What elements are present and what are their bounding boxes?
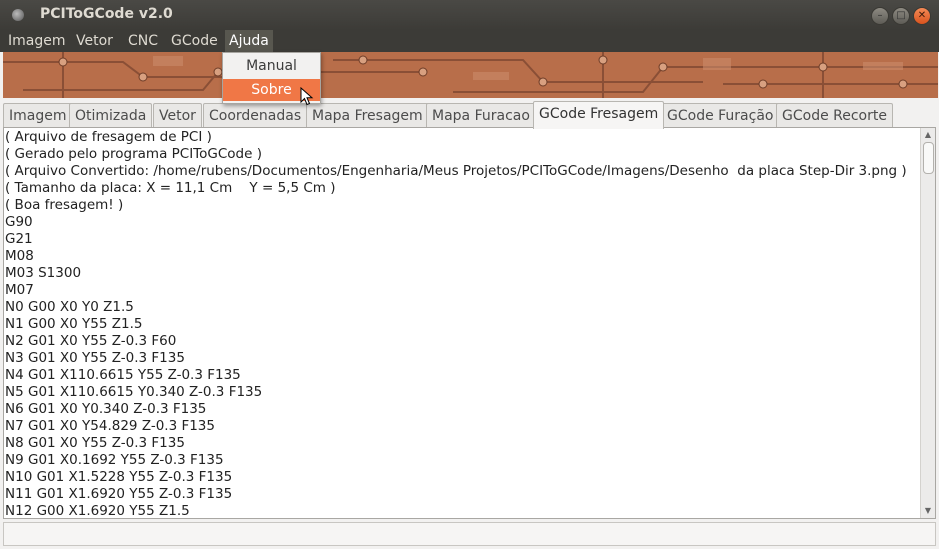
gcode-line: N10 G01 X1.5228 Y55 Z-0.3 F135	[5, 469, 233, 485]
gcode-line: N8 G01 X0 Y55 Z-0.3 F135	[5, 435, 185, 451]
gcode-line: G21	[5, 231, 33, 247]
gcode-line: N6 G01 X0 Y0.340 Z-0.3 F135	[5, 401, 207, 417]
gcode-line: ( Arquivo Convertido: /home/rubens/Docum…	[5, 163, 907, 179]
gcode-line: N1 G00 X0 Y55 Z1.5	[5, 316, 143, 332]
scrollbar-thumb[interactable]	[923, 142, 934, 174]
menu-item-manual[interactable]: Manual	[223, 55, 320, 77]
pcb-traces-graphic	[3, 52, 938, 98]
gcode-line: N5 G01 X110.6615 Y0.340 Z-0.3 F135	[5, 384, 263, 400]
gcode-line: N7 G01 X0 Y54.829 Z-0.3 F135	[5, 418, 215, 434]
tab-gcode-recorte[interactable]: GCode Recorte	[776, 103, 893, 128]
menu-bar: Imagem Vetor CNC GCode Ajuda	[0, 30, 939, 52]
gcode-line: ( Tamanho da placa: X = 11,1 Cm Y = 5,5 …	[5, 180, 336, 196]
gcode-line: N9 G01 X0.1692 Y55 Z-0.3 F135	[5, 452, 224, 468]
tab-coordenadas[interactable]: Coordenadas	[203, 103, 308, 128]
gcode-line: G90	[5, 214, 33, 230]
gcode-line: M07	[5, 282, 34, 298]
menu-gcode[interactable]: GCode	[167, 30, 222, 52]
status-bar	[3, 522, 936, 546]
menu-ajuda[interactable]: Ajuda	[225, 30, 273, 52]
app-icon	[12, 9, 24, 21]
gcode-line: M03 S1300	[5, 265, 82, 281]
tab-mapa-fresagem[interactable]: Mapa Fresagem	[306, 103, 429, 128]
tab-otimizada[interactable]: Otimizada	[69, 103, 153, 128]
gcode-line: N12 G00 X1.6920 Y55 Z1.5	[5, 503, 190, 519]
close-icon[interactable]: ✕	[913, 7, 931, 25]
gcode-line: N3 G01 X0 Y55 Z-0.3 F135	[5, 350, 185, 366]
gcode-line: N2 G01 X0 Y55 Z-0.3 F60	[5, 333, 177, 349]
gcode-content: ( Arquivo de fresagem de PCI ) ( Gerado …	[5, 129, 920, 519]
menu-vetor[interactable]: Vetor	[72, 30, 117, 52]
window-controls: – □ ✕	[871, 7, 931, 25]
minimize-icon[interactable]: –	[871, 7, 889, 25]
menu-imagem[interactable]: Imagem	[4, 30, 69, 52]
tab-gcode-fresagem[interactable]: GCode Fresagem	[533, 101, 665, 129]
gcode-text-area[interactable]: ( Arquivo de fresagem de PCI ) ( Gerado …	[3, 127, 936, 519]
tab-bar: Imagem Otimizada Vetor Coordenadas Mapa …	[3, 101, 936, 129]
vertical-scrollbar[interactable]: ▲ ▼	[920, 128, 935, 518]
gcode-line: ( Gerado pelo programa PCIToGCode )	[5, 146, 262, 162]
title-bar: PCIToGCode v2.0 – □ ✕	[0, 0, 939, 30]
tab-mapa-furacao[interactable]: Mapa Furacao	[426, 103, 536, 128]
window-title: PCIToGCode v2.0	[40, 6, 173, 22]
tab-vetor[interactable]: Vetor	[153, 103, 202, 128]
tab-gcode-furacao[interactable]: GCode Furação	[661, 103, 780, 128]
pcb-banner-image	[3, 52, 938, 98]
chevron-down-icon[interactable]: ▼	[921, 505, 935, 517]
tab-imagem[interactable]: Imagem	[3, 103, 73, 128]
gcode-line: N0 G00 X0 Y0 Z1.5	[5, 299, 134, 315]
mouse-pointer-icon	[300, 87, 314, 106]
gcode-line: M08	[5, 248, 34, 264]
gcode-line: N4 G01 X110.6615 Y55 Z-0.3 F135	[5, 367, 241, 383]
menu-cnc[interactable]: CNC	[124, 30, 162, 52]
gcode-line: N11 G01 X1.6920 Y55 Z-0.3 F135	[5, 486, 233, 502]
gcode-line: ( Boa fresagem! )	[5, 197, 124, 213]
chevron-up-icon[interactable]: ▲	[921, 129, 935, 141]
maximize-icon[interactable]: □	[892, 7, 910, 25]
gcode-line: ( Arquivo de fresagem de PCI )	[5, 129, 212, 145]
